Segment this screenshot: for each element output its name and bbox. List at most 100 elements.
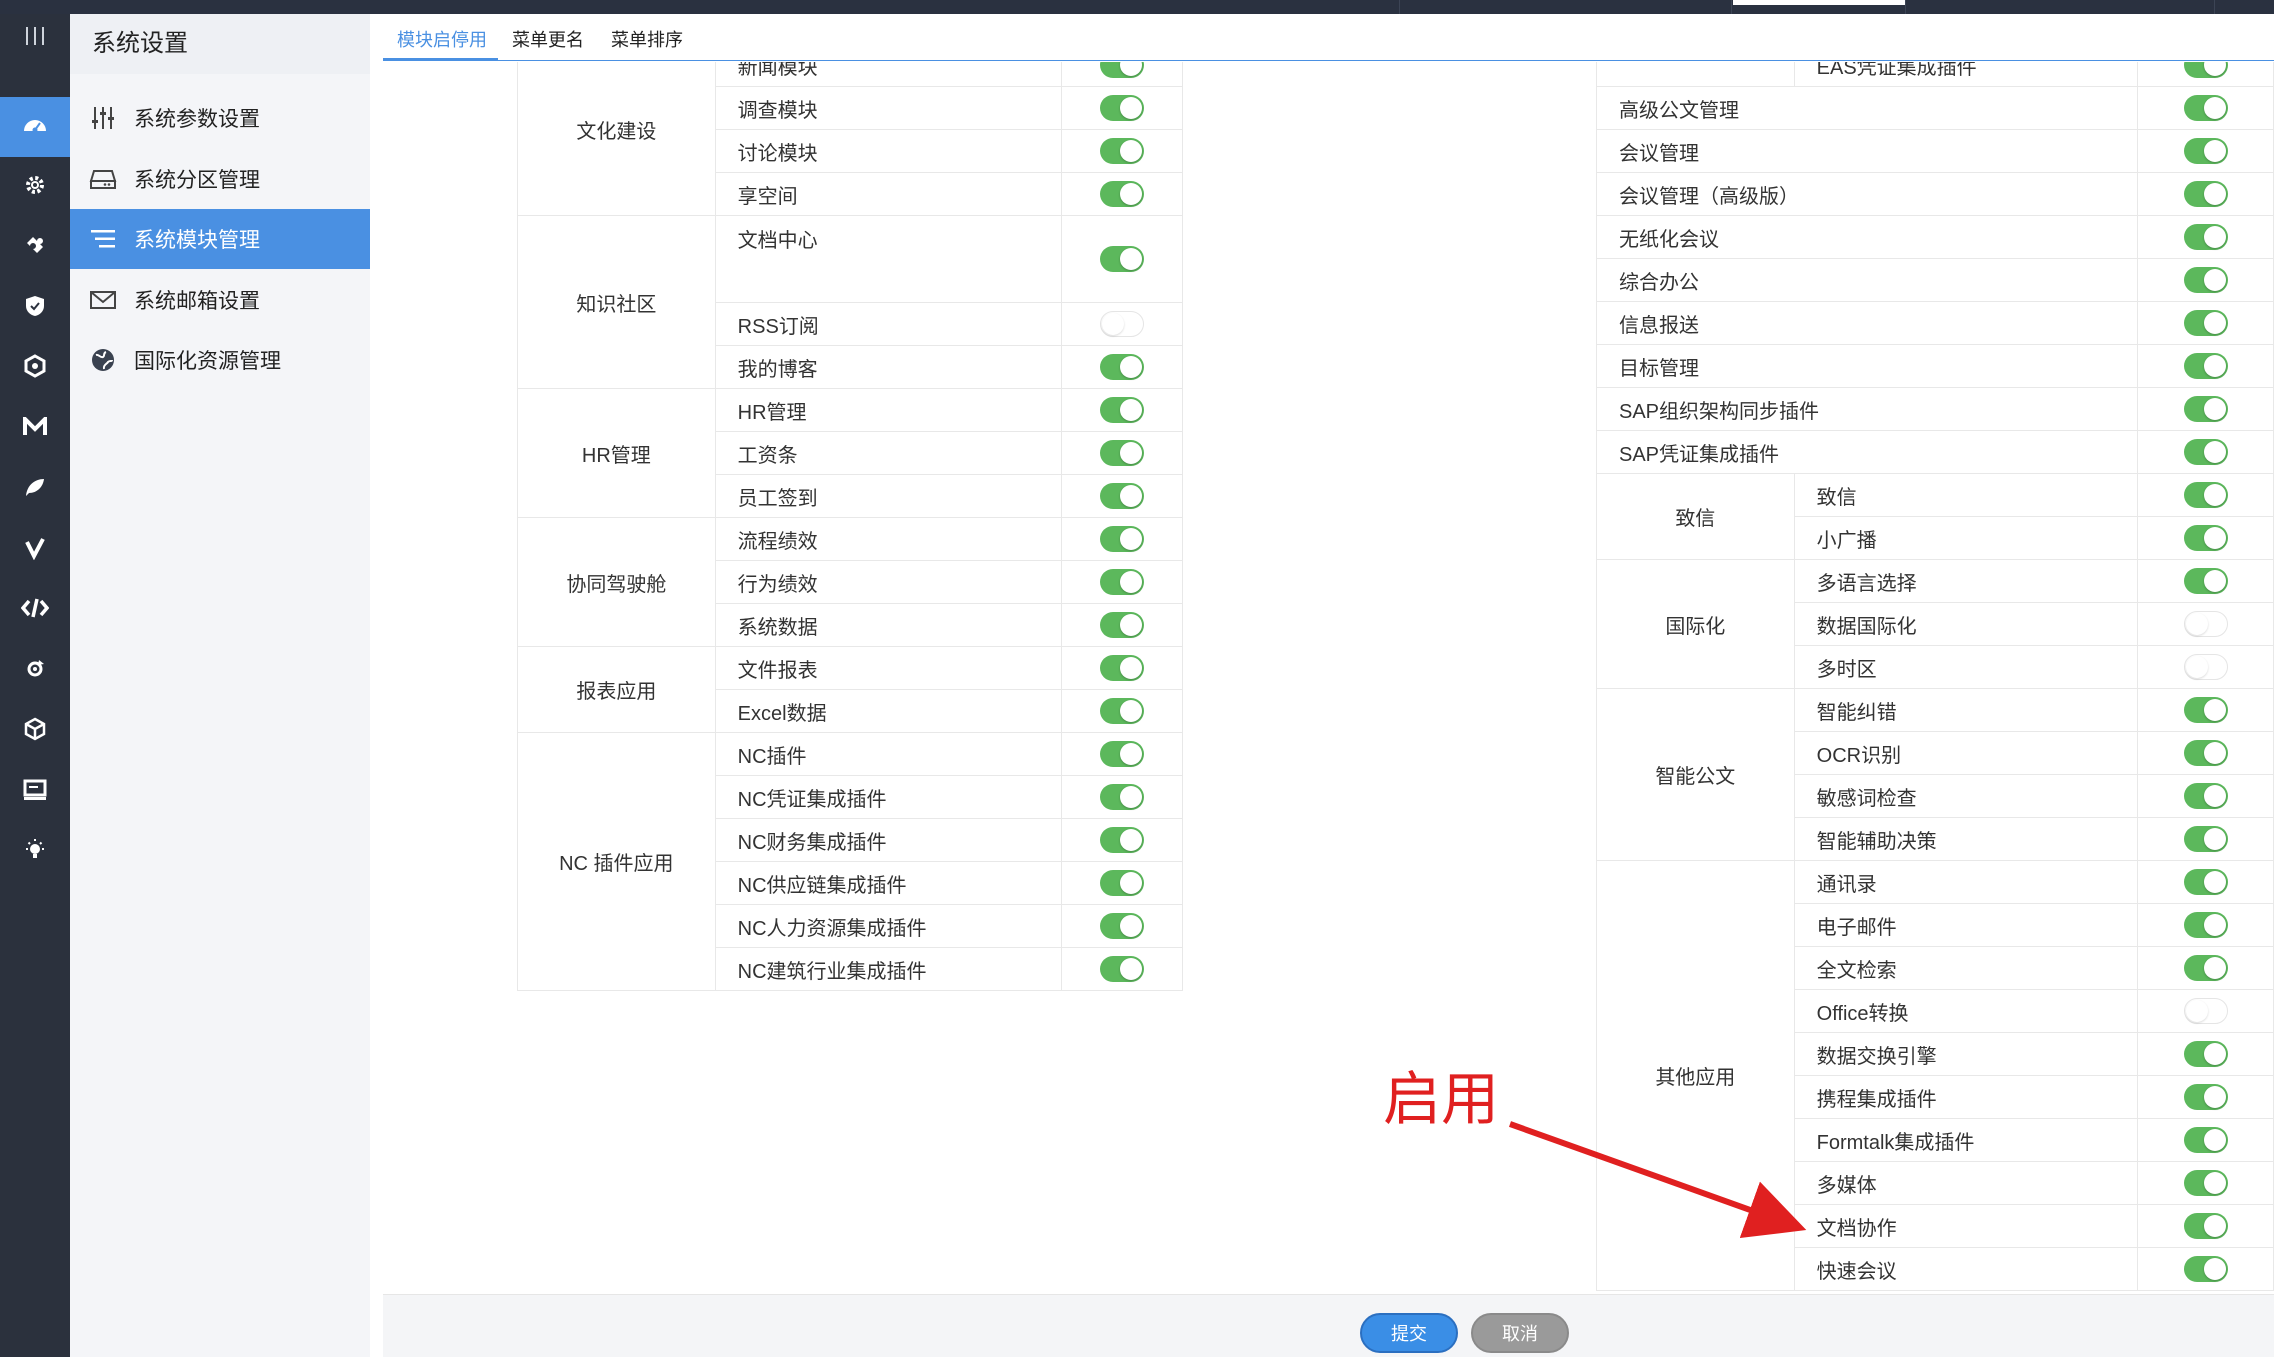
icon-sidebar-item[interactable] <box>0 14 70 62</box>
module-toggle-switch[interactable] <box>2183 138 2228 164</box>
module-toggle-switch[interactable] <box>2183 439 2228 465</box>
module-switch-cell <box>1061 474 1183 518</box>
shield-icon <box>23 294 47 323</box>
side-menu-item-label: 系统分区管理 <box>134 168 260 192</box>
cube-icon <box>23 717 47 746</box>
module-toggle-switch[interactable] <box>1100 311 1145 337</box>
icon-sidebar-item[interactable] <box>0 157 70 217</box>
table-row: 知识社区 文档中心 <box>517 215 1183 389</box>
module-toggle-switch[interactable] <box>2183 697 2228 723</box>
module-toggle-switch[interactable] <box>1100 246 1145 272</box>
icon-sidebar-item[interactable] <box>0 641 70 701</box>
module-toggle-switch[interactable] <box>2183 740 2228 766</box>
tab-menu-rename[interactable]: 菜单更名 <box>512 26 584 52</box>
module-toggle-switch[interactable] <box>1100 655 1145 681</box>
module-toggle-switch[interactable] <box>2183 1041 2228 1067</box>
module-toggle-switch[interactable] <box>2183 869 2228 895</box>
module-switch-cell <box>1061 62 1183 87</box>
module-toggle-switch[interactable] <box>2183 912 2228 938</box>
module-toggle-switch[interactable] <box>2183 396 2228 422</box>
module-toggle-switch[interactable] <box>2183 611 2228 637</box>
module-toggle-switch[interactable] <box>2183 525 2228 551</box>
module-toggle-switch[interactable] <box>2183 1256 2228 1282</box>
module-toggle-switch[interactable] <box>1100 913 1145 939</box>
module-toggle-switch[interactable] <box>2183 353 2228 379</box>
module-toggle-switch[interactable] <box>2183 224 2228 250</box>
module-toggle-switch[interactable] <box>1100 784 1145 810</box>
module-toggle-switch[interactable] <box>2183 783 2228 809</box>
module-toggle-switch[interactable] <box>1100 956 1145 982</box>
icon-sidebar-item[interactable] <box>0 762 70 822</box>
icon-sidebar-item[interactable] <box>0 96 70 157</box>
module-toggle-switch[interactable] <box>1100 354 1145 380</box>
icon-sidebar-item[interactable] <box>0 218 70 278</box>
module-switch-cell <box>1061 129 1183 173</box>
module-toggle-switch[interactable] <box>1100 870 1145 896</box>
icon-sidebar-item[interactable] <box>0 702 70 762</box>
module-toggle-switch[interactable] <box>1100 397 1145 423</box>
module-name: 我的博客 <box>714 345 1063 389</box>
side-menu-item[interactable]: 系统模块管理 <box>70 209 370 269</box>
annotation-label: 启用 <box>1383 1065 1500 1133</box>
module-switch-cell <box>2137 301 2274 345</box>
module-toggle-switch[interactable] <box>2183 654 2228 680</box>
module-toggle-switch[interactable] <box>1100 95 1145 121</box>
sliders-icon <box>88 103 118 133</box>
module-toggle-switch[interactable] <box>2183 482 2228 508</box>
icon-sidebar-item[interactable] <box>0 520 70 580</box>
top-bar-active-tab[interactable] <box>1733 0 1905 5</box>
module-toggle-switch[interactable] <box>1100 526 1145 552</box>
icon-sidebar-item[interactable] <box>0 399 70 459</box>
module-switch-cell <box>2137 344 2274 388</box>
right-module-table: EAS凭证集成插件 高级公文管理 会议管理 会议管理（高级版） 无纸化会议 综合办公 信息报… <box>1595 62 2274 1291</box>
icon-sidebar-item[interactable] <box>0 460 70 520</box>
module-toggle-switch[interactable] <box>2183 1084 2228 1110</box>
module-name: 综合办公 <box>1595 258 2139 302</box>
module-name: 信息报送 <box>1595 301 2139 345</box>
module-name: 文档协作 <box>1793 1204 2139 1248</box>
side-menu-item[interactable]: 系统分区管理 <box>70 149 370 209</box>
module-toggle-switch[interactable] <box>1100 698 1145 724</box>
module-toggle-switch[interactable] <box>1100 569 1145 595</box>
module-toggle-switch[interactable] <box>1100 138 1145 164</box>
module-toggle-switch[interactable] <box>1100 741 1145 767</box>
module-toggle-switch[interactable] <box>2183 955 2228 981</box>
table-row: NC 插件应用 NC插件 <box>517 732 1183 991</box>
module-toggle-switch[interactable] <box>2183 181 2228 207</box>
table-row: 信息报送 <box>1595 301 2274 345</box>
icon-sidebar-item[interactable] <box>0 339 70 399</box>
module-name: 携程集成插件 <box>1793 1075 2139 1119</box>
side-menu-item[interactable]: 系统参数设置 <box>70 88 370 148</box>
side-menu-item[interactable]: 系统邮箱设置 <box>70 270 370 330</box>
module-toggle-switch[interactable] <box>2183 310 2228 336</box>
submit-button[interactable]: 提交 <box>1360 1313 1458 1353</box>
table-row: 无纸化会议 <box>1595 215 2274 259</box>
icon-sidebar-item[interactable] <box>0 823 70 883</box>
module-toggle-switch[interactable] <box>2183 998 2228 1024</box>
module-toggle-switch[interactable] <box>2183 62 2228 78</box>
table-row: 会议管理（高级版） <box>1595 172 2274 216</box>
module-toggle-switch[interactable] <box>1100 181 1145 207</box>
module-toggle-switch[interactable] <box>2183 1170 2228 1196</box>
module-toggle-switch[interactable] <box>1100 440 1145 466</box>
cancel-button[interactable]: 取消 <box>1471 1313 1569 1353</box>
side-menu-item[interactable]: 国际化资源管理 <box>70 330 370 390</box>
tab-menu-sort[interactable]: 菜单排序 <box>611 26 683 52</box>
module-toggle-switch[interactable] <box>2183 95 2228 121</box>
module-name: Formtalk集成插件 <box>1793 1118 2139 1162</box>
module-toggle-switch[interactable] <box>1100 827 1145 853</box>
module-toggle-switch[interactable] <box>2183 1127 2228 1153</box>
module-switch-cell <box>1061 431 1183 475</box>
module-toggle-switch[interactable] <box>2183 1213 2228 1239</box>
list-icon <box>88 224 118 254</box>
module-toggle-switch[interactable] <box>1100 612 1145 638</box>
module-toggle-switch[interactable] <box>1100 62 1145 78</box>
module-toggle-switch[interactable] <box>2183 826 2228 852</box>
icon-sidebar-item[interactable] <box>0 581 70 641</box>
module-toggle-switch[interactable] <box>2183 568 2228 594</box>
module-toggle-switch[interactable] <box>1100 483 1145 509</box>
icon-sidebar-item[interactable] <box>0 278 70 338</box>
module-toggle-switch[interactable] <box>2183 267 2228 293</box>
module-switch-cell <box>2137 731 2274 775</box>
tab-module-toggle[interactable]: 模块启停用 <box>397 26 487 52</box>
